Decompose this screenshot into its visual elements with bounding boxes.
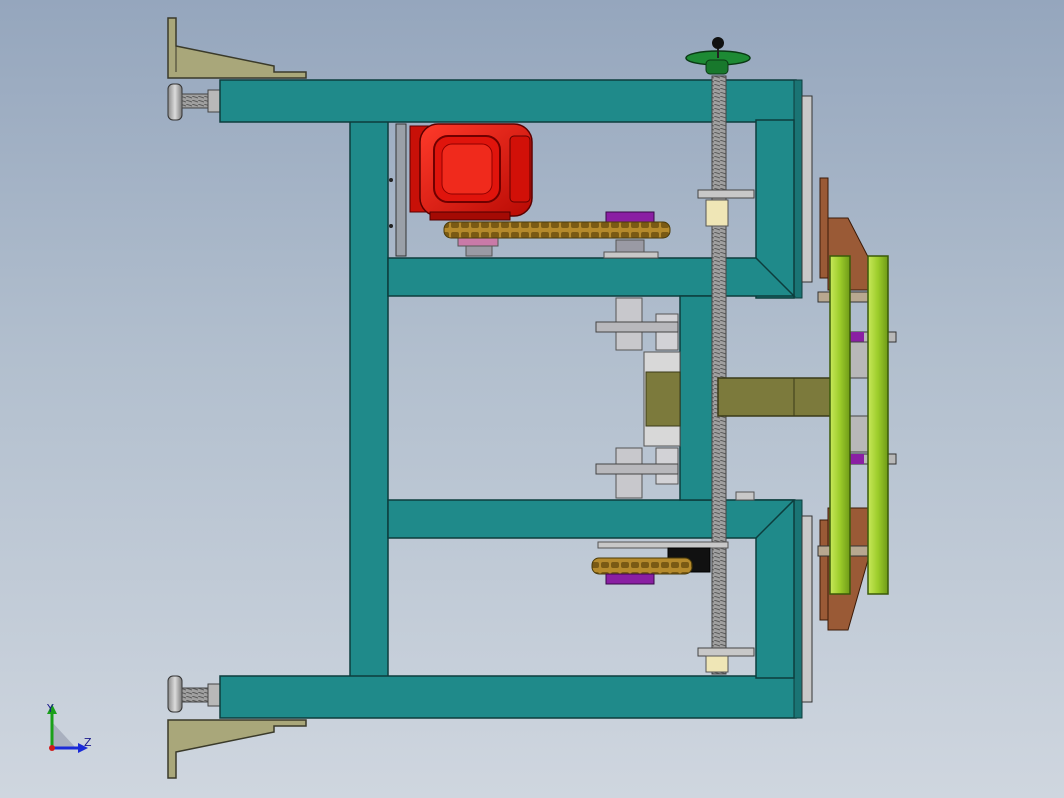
mounting-bracket-top[interactable]	[167, 17, 307, 79]
handwheel-icon[interactable]	[685, 37, 751, 75]
triad-y-label: Y	[46, 702, 54, 715]
coordinate-triad-icon: Y Z	[46, 702, 92, 753]
triad-z-label: Z	[84, 736, 92, 749]
motor-mount-plate[interactable]	[389, 123, 407, 257]
leveling-foot-bottom[interactable]	[167, 675, 221, 713]
carriage-block[interactable]	[643, 351, 835, 447]
leveling-foot-top[interactable]	[167, 83, 221, 121]
gear-motor[interactable]	[409, 123, 533, 221]
mounting-bracket-bottom[interactable]	[167, 719, 307, 779]
cad-viewport[interactable]: Y Z	[0, 0, 1064, 798]
